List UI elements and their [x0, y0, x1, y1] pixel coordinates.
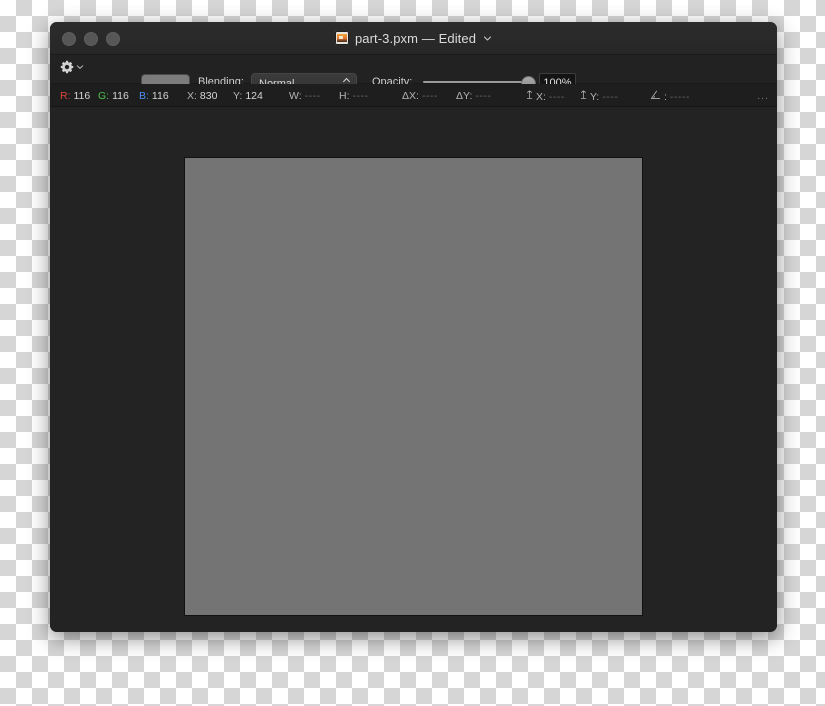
chevron-down-icon [76, 63, 84, 71]
canvas-area[interactable] [50, 107, 777, 632]
status-key: Y: [233, 90, 243, 102]
chevron-down-icon[interactable] [483, 34, 492, 43]
status-item-height: H: ---- [339, 90, 369, 102]
page-title: part-3.pxm — Edited [354, 30, 477, 46]
status-item-red: R: 116 [60, 90, 90, 102]
tool-settings-button[interactable] [60, 60, 84, 74]
status-value: 116 [151, 90, 169, 102]
document-canvas[interactable] [184, 157, 643, 616]
status-item-green: G: 116 [98, 90, 129, 102]
status-value: ---- [548, 91, 565, 103]
status-value: 124 [245, 90, 263, 102]
status-item-y: Y: 124 [233, 90, 263, 102]
anchor-point-icon [526, 90, 533, 100]
title-bar: part-3.pxm — Edited [50, 22, 777, 55]
status-value: 830 [199, 90, 218, 102]
status-item-anchor-y: Y: ---- [580, 90, 618, 103]
status-key: W: [289, 90, 302, 102]
document-title-group[interactable]: part-3.pxm — Edited [50, 22, 777, 54]
status-item-delta-y: ΔY: ---- [456, 90, 491, 102]
status-value: 116 [73, 90, 91, 102]
status-item-x: X: 830 [187, 90, 217, 102]
status-value: 116 [112, 90, 129, 102]
info-status-bar: R: 116 G: 116 B: 116 X: 830 Y: 124 W: --… [50, 84, 777, 107]
status-item-angle: : ----- [650, 90, 690, 103]
status-value: ----- [669, 91, 690, 103]
status-item-width: W: ---- [289, 90, 321, 102]
image-document-icon [334, 31, 349, 45]
status-value: ---- [421, 90, 438, 102]
status-key: B: [139, 90, 149, 102]
status-key: G: [98, 90, 110, 102]
status-key: X: [536, 91, 546, 103]
status-key: ΔX: [402, 90, 419, 102]
angle-icon [650, 90, 661, 100]
status-value: ---- [304, 90, 321, 102]
status-item-delta-x: ΔX: ---- [402, 90, 438, 102]
application-window: part-3.pxm — Edited Blending: Opacity: 1… [50, 22, 777, 632]
status-value: ---- [602, 91, 619, 103]
anchor-point-icon [580, 90, 587, 100]
status-item-anchor-x: X: ---- [526, 90, 565, 103]
opacity-slider-track[interactable] [423, 81, 531, 83]
status-key: : [664, 91, 667, 103]
status-key: ΔY: [456, 90, 473, 102]
status-key: R: [60, 90, 71, 102]
status-key: Y: [590, 91, 600, 103]
status-item-blue: B: 116 [139, 90, 169, 102]
status-key: H: [339, 90, 350, 102]
gear-icon [60, 60, 74, 74]
status-value: ---- [352, 90, 369, 102]
status-key: X: [187, 90, 197, 102]
status-value: ---- [475, 90, 492, 102]
status-overflow-indicator[interactable]: ... [757, 90, 769, 102]
